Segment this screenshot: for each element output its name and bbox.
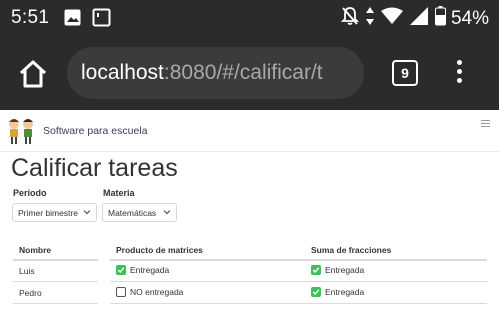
brand-name[interactable]: Software para escuela bbox=[43, 125, 147, 137]
battery-icon bbox=[434, 6, 446, 31]
column-header-name: Nombre bbox=[19, 245, 52, 255]
grade-label: Entregada bbox=[325, 287, 365, 297]
signal-icon bbox=[409, 7, 428, 30]
header-divider bbox=[110, 259, 487, 261]
chevron-down-icon bbox=[163, 208, 171, 218]
grade-label: Entregada bbox=[130, 265, 170, 275]
period-select[interactable]: Primer bimestre bbox=[12, 203, 97, 222]
gallery-icon bbox=[64, 9, 81, 31]
tab-switcher-button[interactable]: 9 bbox=[392, 60, 418, 86]
chevron-down-icon bbox=[83, 208, 91, 218]
subject-value: Matemáticas bbox=[108, 208, 157, 218]
header-divider bbox=[13, 259, 98, 261]
home-icon[interactable] bbox=[17, 58, 49, 90]
clock: 5:51 bbox=[11, 7, 50, 28]
battery-percent: 54% bbox=[450, 7, 489, 29]
grade-checkbox[interactable]: Entregada bbox=[311, 287, 364, 297]
kids-logo-icon bbox=[6, 117, 36, 145]
url-path: :8080/#/calificar/t bbox=[163, 61, 323, 84]
mute-icon bbox=[340, 6, 360, 31]
checkbox-checked-icon[interactable] bbox=[311, 265, 321, 275]
grade-checkbox[interactable]: Entregada bbox=[116, 265, 169, 275]
column-header-task-2: Suma de fracciones bbox=[311, 245, 392, 255]
row-divider bbox=[110, 281, 487, 282]
hamburger-menu-icon[interactable] bbox=[481, 120, 490, 129]
wifi-icon bbox=[380, 7, 403, 30]
app-header: Software para escuela bbox=[0, 110, 499, 152]
data-arrows-icon bbox=[365, 6, 374, 31]
more-menu-icon[interactable] bbox=[454, 60, 464, 88]
grade-label: Entregada bbox=[325, 265, 365, 275]
checkbox-checked-icon[interactable] bbox=[116, 265, 126, 275]
page-title: Calificar tareas bbox=[11, 154, 178, 182]
row-divider bbox=[110, 303, 487, 304]
url-text[interactable]: localhost:8080/#/calificar/t bbox=[81, 61, 323, 85]
subject-label: Materia bbox=[103, 188, 135, 198]
student-name: Luis bbox=[19, 266, 35, 276]
browser-toolbar: localhost:8080/#/calificar/t 9 bbox=[0, 36, 499, 110]
address-bar[interactable]: localhost:8080/#/calificar/t bbox=[67, 47, 364, 99]
row-divider bbox=[13, 303, 98, 304]
grade-label: NO entregada bbox=[130, 287, 184, 297]
row-divider bbox=[13, 281, 98, 282]
square-icon bbox=[92, 8, 111, 32]
student-name: Pedro bbox=[19, 288, 42, 298]
period-value: Primer bimestre bbox=[18, 208, 78, 218]
url-host: localhost bbox=[81, 61, 164, 84]
checkbox-checked-icon[interactable] bbox=[311, 287, 321, 297]
status-bar: 5:51 54% bbox=[0, 0, 499, 36]
period-label: Período bbox=[13, 188, 47, 198]
grade-checkbox[interactable]: NO entregada bbox=[116, 287, 183, 297]
grade-checkbox[interactable]: Entregada bbox=[311, 265, 364, 275]
column-header-task-1: Producto de matrices bbox=[116, 245, 203, 255]
subject-select[interactable]: Matemáticas bbox=[102, 203, 177, 222]
checkbox-unchecked-icon[interactable] bbox=[116, 287, 126, 297]
